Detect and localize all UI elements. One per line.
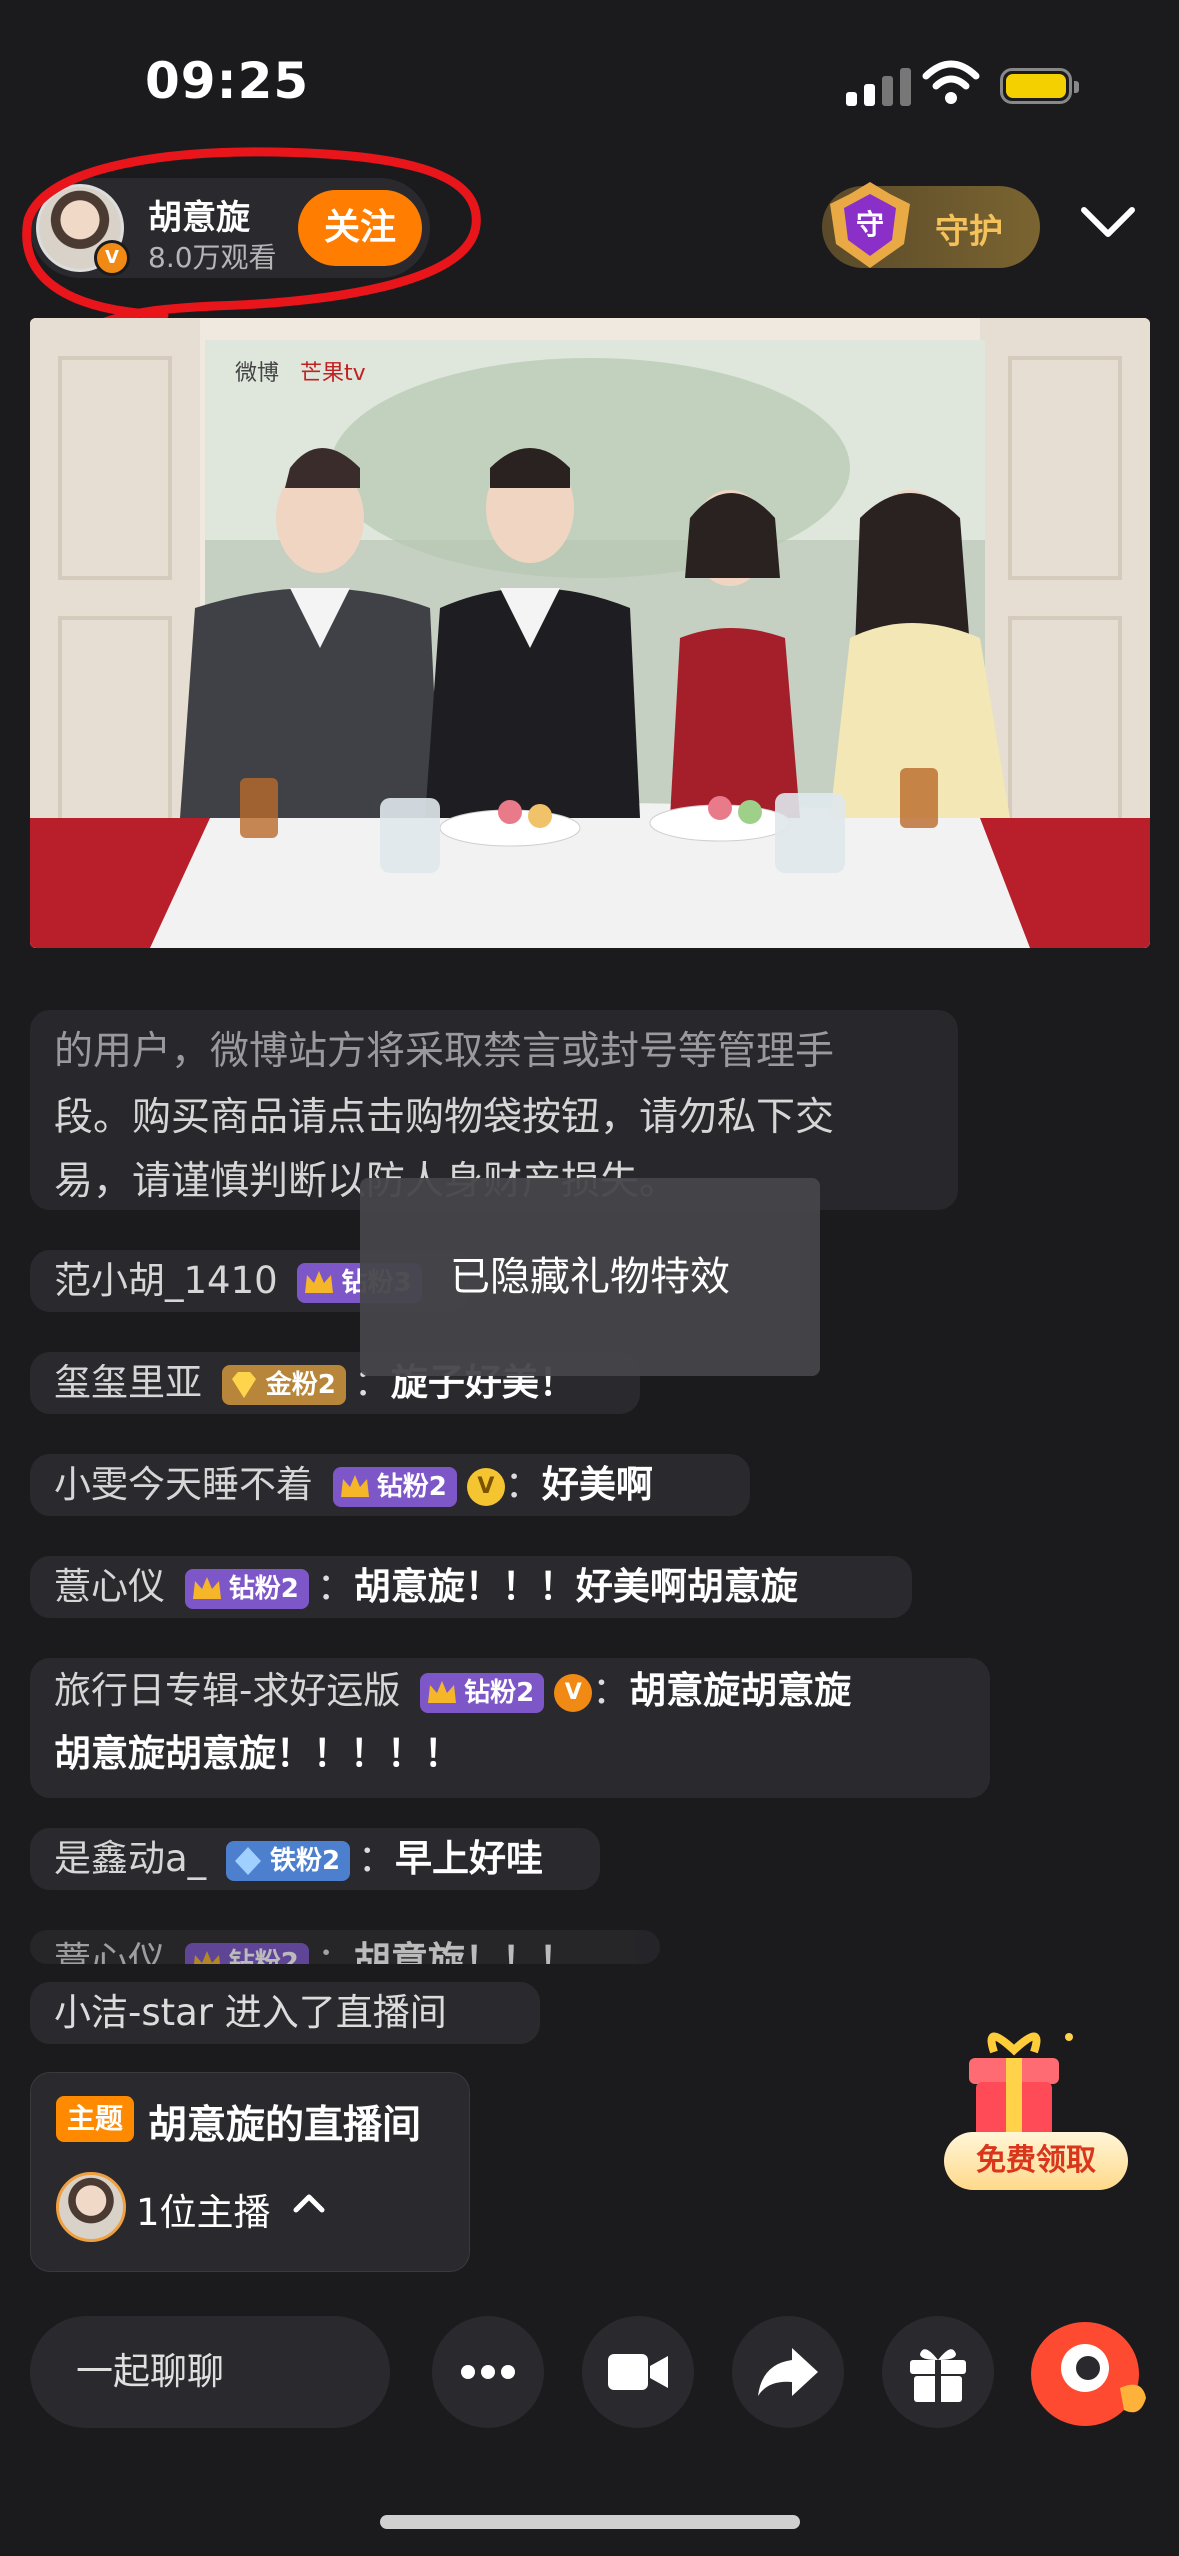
gem-icon	[231, 1371, 256, 1398]
toast-message: 已隐藏礼物特效	[360, 1178, 820, 1376]
home-indicator	[380, 2515, 800, 2529]
share-button[interactable]	[732, 2316, 844, 2428]
verified-icon: V	[466, 1467, 505, 1506]
chat-message[interactable]: 小雯今天睡不着 钻粉2 V ：好美啊	[30, 1454, 750, 1516]
camera-icon	[608, 2354, 668, 2390]
more-icon	[461, 2365, 515, 2379]
red-circle-annotation	[22, 147, 481, 331]
chat-text-continued: 胡意旋胡意旋！！！！！	[54, 1732, 461, 1775]
guard-label: 守护	[935, 212, 1003, 252]
fan-badge: 金粉2	[221, 1364, 346, 1405]
chat-message[interactable]: 薏心仪 钻粉2 ：胡意旋！！！好美啊胡意旋	[30, 1556, 912, 1618]
mango-logo-text: 芒果tv	[300, 361, 366, 386]
shield-icon: 守	[830, 182, 910, 268]
chat-text: 胡意旋！！！好美啊胡意旋	[353, 1565, 798, 1608]
chat-username[interactable]: 薏心仪	[54, 1939, 165, 1964]
topic-title[interactable]: 胡意旋的直播间	[148, 2094, 421, 2150]
chevron-down-icon[interactable]	[1078, 198, 1138, 248]
free-claim-button[interactable]: 免费领取	[944, 2132, 1128, 2190]
fan-badge: 钻粉2	[184, 1568, 309, 1609]
topic-tag: 主题	[56, 2096, 134, 2142]
crown-icon	[192, 1576, 221, 1599]
chat-text: 胡意旋胡意旋	[629, 1669, 852, 1712]
chat-message[interactable]: 是鑫动a_ 铁粉2 ：早上好哇	[30, 1828, 600, 1890]
entry-message: 小洁-star 进入了直播间	[30, 1982, 540, 2044]
chat-input[interactable]: 一起聊聊	[30, 2316, 390, 2428]
chat-username[interactable]: 是鑫动a_	[54, 1837, 206, 1880]
more-button[interactable]	[432, 2316, 544, 2428]
crown-icon	[193, 1950, 220, 1964]
weibo-mascot-icon[interactable]	[1030, 2318, 1150, 2430]
notice-line: 段。购买商品请点击购物袋按钮，请勿私下交	[54, 1095, 835, 1140]
chat-username[interactable]: 小雯今天睡不着	[54, 1463, 313, 1506]
chat-message[interactable]: 旅行日专辑-求好运版 钻粉2 V ：胡意旋胡意旋 胡意旋胡意旋！！！！！	[30, 1658, 990, 1798]
chat-text: 好美啊	[541, 1463, 653, 1506]
live-video[interactable]: 微博 芒果tv	[30, 318, 1150, 948]
chat-text: 胡意旋！！！	[353, 1939, 576, 1964]
signal-icon	[846, 66, 911, 106]
camera-button[interactable]	[582, 2316, 694, 2428]
crown-icon	[428, 1680, 457, 1703]
gift-button[interactable]	[882, 2316, 994, 2428]
chat-message-partial[interactable]: 薏心仪 钻粉2 ：胡意旋！！！	[30, 1930, 660, 1964]
gift-icon	[910, 2349, 966, 2402]
share-icon	[758, 2348, 818, 2396]
host-count[interactable]: 1位主播	[136, 2182, 271, 2236]
weibo-logo-text: 微博	[235, 361, 279, 386]
host-avatar[interactable]	[56, 2172, 126, 2242]
svg-text:守: 守	[856, 208, 884, 241]
crown-icon	[340, 1474, 369, 1497]
diamond-icon	[234, 1846, 261, 1875]
wifi-icon	[922, 60, 980, 104]
chat-username[interactable]: 旅行日专辑-求好运版	[54, 1669, 400, 1712]
chat-username[interactable]: 薏心仪	[54, 1565, 165, 1608]
crown-icon	[305, 1270, 334, 1293]
fan-badge: 钻粉2	[332, 1466, 457, 1507]
fan-badge: 钻粉2	[184, 1942, 309, 1964]
fan-badge: 铁粉2	[225, 1840, 351, 1881]
chevron-up-icon[interactable]	[292, 2188, 326, 2218]
battery-icon	[1000, 68, 1079, 104]
status-time: 09:25	[145, 52, 310, 110]
chat-username[interactable]: 玺玺里亚	[54, 1361, 202, 1404]
notice-line: 的用户，微博站方将采取禁言或封号等管理手	[54, 1029, 835, 1074]
chat-username[interactable]: 范小胡_1410	[54, 1259, 278, 1302]
verified-icon: V	[554, 1673, 593, 1712]
fan-badge: 钻粉2	[420, 1672, 545, 1713]
chat-text: 早上好哇	[395, 1837, 544, 1880]
